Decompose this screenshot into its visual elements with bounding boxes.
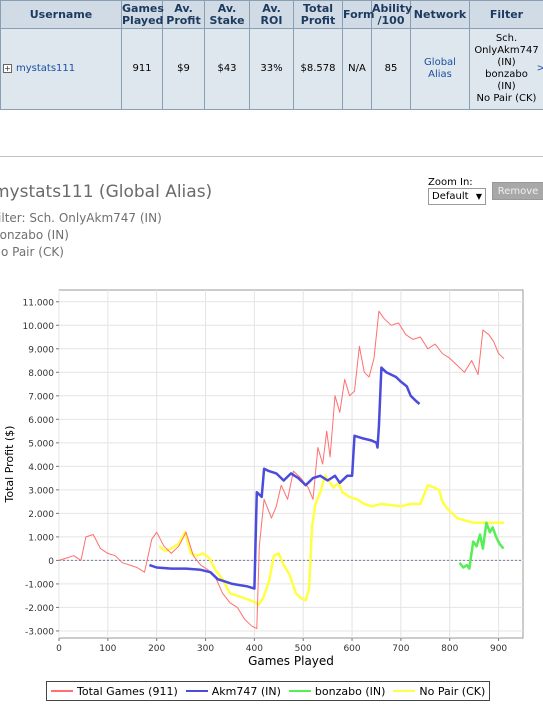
report-filter-line: No Pair (CK)	[0, 245, 64, 259]
more-columns-arrow[interactable]: >	[537, 63, 543, 74]
expand-icon[interactable]: +	[3, 64, 12, 73]
header-username[interactable]: Username	[0, 0, 122, 29]
network-cell: Global Alias	[410, 28, 470, 110]
legend-swatch	[185, 690, 208, 692]
y-tick-label: 6.000	[28, 416, 54, 426]
report-title: mystats111 (Global Alias)	[0, 182, 213, 202]
y-axis-label: Total Profit ($)	[3, 426, 16, 504]
ability-cell: 85	[371, 28, 411, 110]
x-tick-label: 900	[490, 644, 507, 654]
header-filter[interactable]: Filter	[469, 0, 543, 29]
legend-item: No Pair (CK)	[393, 685, 485, 698]
filter-line: Sch.	[495, 33, 518, 44]
report-filter-line: Filter: Sch. OnlyAkm747 (IN)	[0, 211, 162, 225]
av-profit-cell: $9	[162, 28, 205, 110]
y-tick-label: 0	[48, 557, 54, 567]
report-filter-line: bonzabo (IN)	[0, 228, 69, 242]
header-total-profit[interactable]: Total Profit	[293, 0, 343, 29]
av-roi-cell: 33%	[249, 28, 294, 110]
header-form[interactable]: Form	[342, 0, 375, 29]
header-av-stake[interactable]: Av. Stake	[204, 0, 250, 29]
table-header-row: Username Games Played Av. Profit Av. Sta…	[0, 0, 543, 29]
y-tick-label: -2.000	[25, 604, 54, 614]
legend-item: Akm747 (IN)	[185, 684, 281, 698]
legend-label: No Pair (CK)	[419, 684, 486, 698]
y-tick-label: 3.000	[28, 486, 54, 496]
filter-line: No Pair (CK)	[476, 93, 537, 104]
y-tick-label: -1.000	[25, 580, 54, 590]
y-tick-label: 4.000	[28, 463, 54, 473]
y-tick-label: 1.000	[28, 533, 54, 543]
y-tick-label: -3.000	[25, 627, 54, 637]
x-tick-label: 600	[343, 644, 360, 654]
x-tick-label: 800	[441, 644, 458, 654]
filter-line: OnlyAkm747	[474, 45, 539, 56]
chevron-down-icon: ▼	[475, 192, 482, 201]
section-divider	[0, 156, 543, 157]
chart-legend: Total Games (911) Akm747 (IN) bonzabo (I…	[46, 681, 491, 701]
y-tick-label: 9.000	[28, 345, 54, 355]
legend-swatch	[51, 690, 73, 692]
y-tick-label: 7.000	[28, 392, 54, 402]
y-tick-label: 8.000	[28, 369, 54, 379]
y-tick-label: 2.000	[28, 510, 54, 520]
av-stake-cell: $43	[204, 28, 250, 110]
table-row: + mystats111 911 $9 $43 33% $8.578 N/A 85…	[0, 28, 543, 110]
x-tick-label: 400	[246, 644, 263, 654]
plot-area	[58, 289, 524, 639]
filter-cell: Sch. OnlyAkm747 (IN) bonzabo (IN) No Pai…	[469, 28, 543, 110]
legend-label: bonzabo (IN)	[314, 684, 386, 698]
legend-item: bonzabo (IN)	[288, 684, 386, 698]
header-games-played[interactable]: Games Played	[121, 0, 164, 29]
legend-swatch	[288, 690, 311, 692]
x-tick-label: 500	[295, 644, 312, 654]
header-ability[interactable]: Ability /100	[371, 0, 412, 29]
profit-chart: 11.000 10.000 9.000 8.000 7.000 6.000 5.000 4.0…	[3, 289, 524, 668]
remove-button[interactable]: Remove	[492, 182, 543, 200]
legend-item: Total Games (911)	[51, 685, 178, 698]
header-network[interactable]: Network	[410, 0, 470, 29]
legend-swatch	[393, 690, 416, 692]
y-tick-label: 10.000	[23, 322, 55, 332]
y-tick-label: 5.000	[28, 439, 54, 449]
legend-label: Total Games (911)	[77, 684, 178, 698]
filter-line: bonzabo	[485, 69, 528, 80]
x-tick-label: 200	[148, 644, 165, 654]
total-profit-cell: $8.578	[293, 28, 343, 110]
x-axis-label: Games Played	[248, 654, 334, 668]
zoom-selected-value: Default	[432, 191, 469, 202]
x-tick-label: 0	[56, 644, 62, 654]
player-stats-table: Username Games Played Av. Profit Av. Sta…	[0, 0, 543, 110]
filter-line: (IN)	[497, 81, 516, 92]
zoom-select[interactable]: Default ▼	[428, 188, 486, 205]
username-link[interactable]: mystats111	[16, 63, 75, 74]
y-tick-label: 11.000	[23, 298, 55, 308]
x-tick-label: 700	[392, 644, 409, 654]
network-link[interactable]: Global Alias	[424, 57, 456, 80]
legend-label: Akm747 (IN)	[211, 684, 281, 698]
x-tick-label: 300	[197, 644, 214, 654]
x-tick-label: 100	[99, 644, 116, 654]
header-av-roi[interactable]: Av. ROI	[249, 0, 294, 29]
form-cell: N/A	[342, 28, 372, 110]
zoom-label: Zoom In:	[428, 177, 473, 188]
header-av-profit[interactable]: Av. Profit	[162, 0, 205, 29]
games-played-cell: 911	[121, 28, 163, 110]
filter-line: (IN)	[497, 57, 516, 68]
username-cell: + mystats111	[0, 28, 122, 110]
